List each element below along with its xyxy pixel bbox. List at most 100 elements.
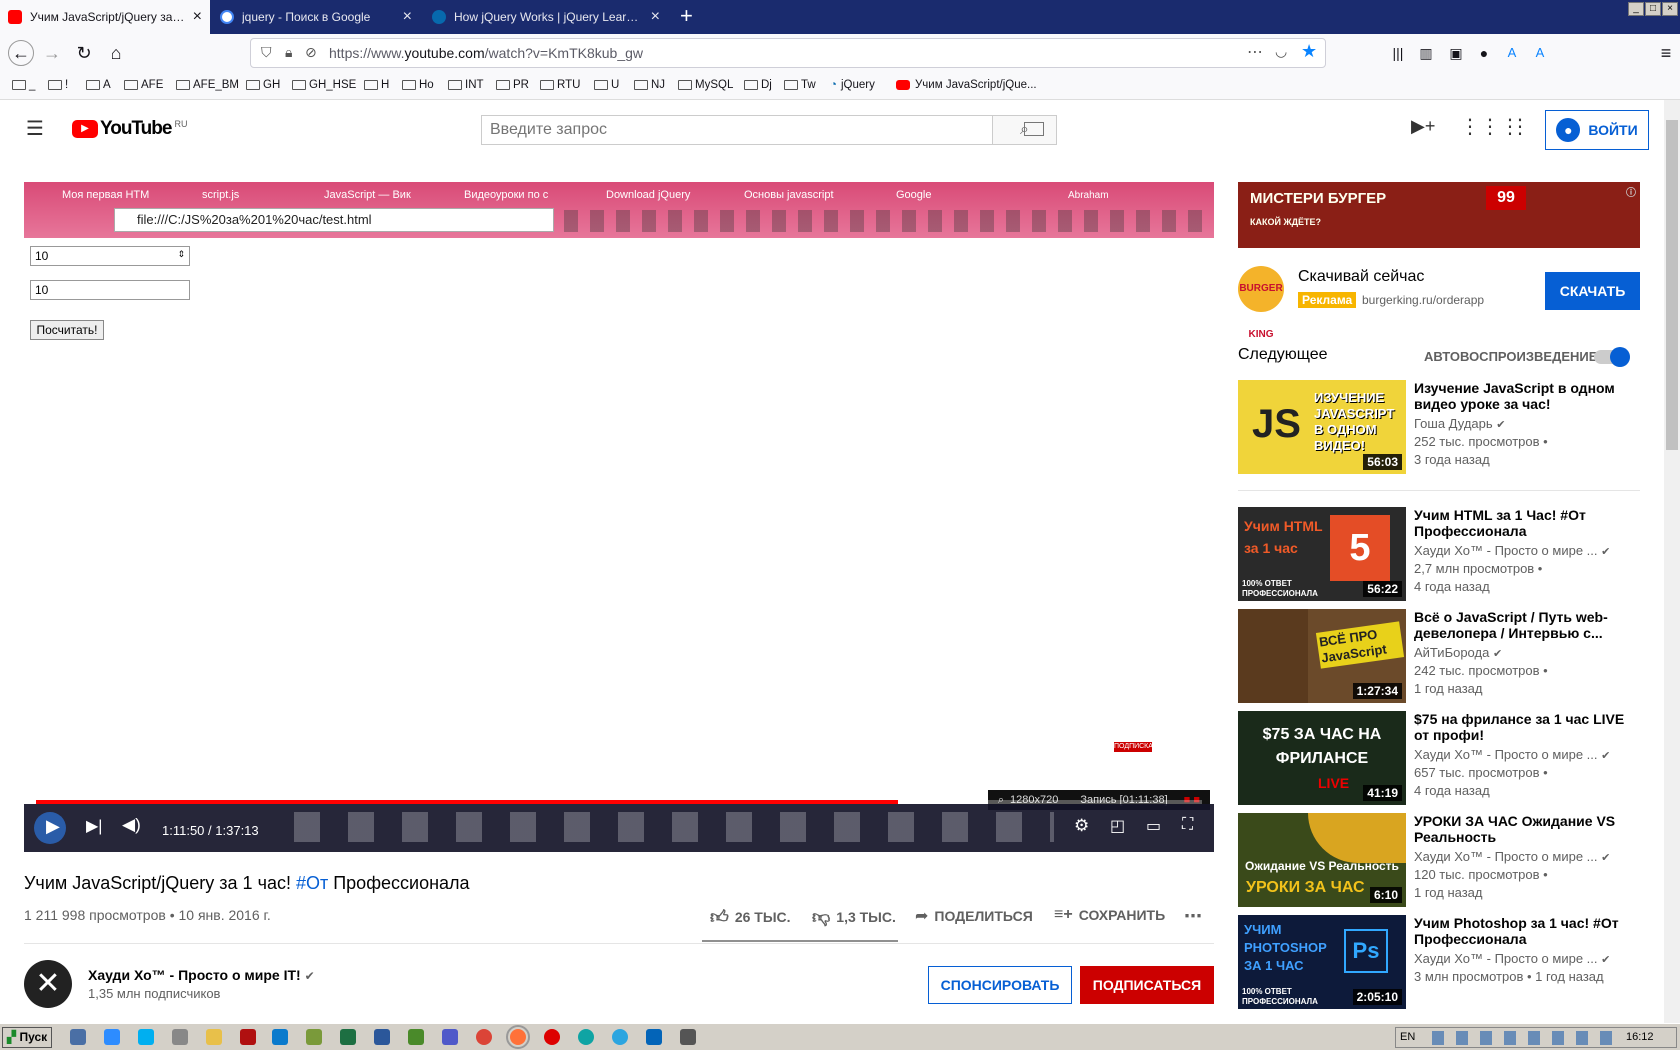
signin-button[interactable]: ● ВОЙТИ — [1545, 110, 1649, 150]
bookmark-jquery[interactable]: ◔ jQuery — [830, 79, 875, 91]
url-text[interactable]: https://www.youtube.com/watch?v=KmTK8kub… — [329, 45, 643, 61]
volume-icon[interactable]: ◀) — [122, 815, 141, 835]
video-thumbnail[interactable]: Ожидание VS Реальность УРОКИ ЗА ЧАС 6:10 — [1238, 813, 1406, 907]
settings-menu-icon[interactable]: ⋮ — [1510, 114, 1530, 139]
snipping-tool-icon[interactable] — [680, 1029, 696, 1045]
video-thumbnail[interactable]: $75 ЗА ЧАС НА ФРИЛАНСЕ LIVE 41:19 — [1238, 711, 1406, 805]
related-video[interactable]: $75 ЗА ЧАС НА ФРИЛАНСЕ LIVE 41:19 $75 на… — [1238, 711, 1640, 807]
video-title[interactable]: $75 на фрилансе за 1 час LIVE от профи! — [1414, 711, 1636, 743]
video-channel[interactable]: Хауди Хо™ - Просто о мире ... ✔ — [1414, 543, 1610, 558]
forward-arrow-icon[interactable]: → — [40, 41, 64, 65]
app-icon[interactable] — [408, 1029, 424, 1045]
related-video[interactable]: УЧИМ PHOTOSHOP ЗА 1 ЧАС Ps 100% ОТВЕТ ПР… — [1238, 915, 1640, 1011]
video-channel[interactable]: АйТиБорода ✔ — [1414, 645, 1502, 660]
dislike-button[interactable]: 👎︎ 1,3 ТЫС. — [812, 906, 896, 928]
video-channel[interactable]: Хауди Хо™ - Просто о мире ... ✔ — [1414, 951, 1610, 966]
like-button[interactable]: 👍︎ 26 ТЫС. — [710, 906, 791, 928]
video-title[interactable]: Изучение JavaScript в одном видео уроке … — [1414, 380, 1636, 412]
page-scrollbar[interactable] — [1664, 100, 1680, 1023]
skype-icon[interactable] — [138, 1029, 154, 1045]
new-tab-plus-icon[interactable]: + — [680, 4, 693, 28]
video-thumbnail[interactable]: УЧИМ PHOTOSHOP ЗА 1 ЧАС Ps 100% ОТВЕТ ПР… — [1238, 915, 1406, 1009]
desktop-icon[interactable] — [70, 1029, 86, 1045]
browser-tab-google[interactable]: jquery - Поиск в Google × — [212, 0, 420, 34]
bookmark-folder[interactable]: AFE — [124, 79, 163, 91]
video-player[interactable]: Моя первая HTM script.js JavaScript — Ви… — [24, 182, 1214, 852]
bookmark-folder[interactable]: Ho — [402, 79, 434, 91]
language-indicator[interactable]: EN — [1400, 1028, 1415, 1047]
maximize-window-icon[interactable]: □ — [1645, 2, 1661, 16]
video-thumbnail[interactable]: Учим HTML за 1 час 5 100% ОТВЕТ ПРОФЕССИ… — [1238, 507, 1406, 601]
close-window-icon[interactable]: × — [1662, 2, 1678, 16]
bookmark-folder[interactable]: MySQL — [678, 79, 733, 91]
sponsor-button[interactable]: СПОНСИРОВАТЬ — [928, 966, 1072, 1004]
teams-icon[interactable] — [442, 1029, 458, 1045]
bookmark-folder[interactable]: H — [364, 79, 389, 91]
theater-mode-icon[interactable]: ▭ — [1146, 816, 1161, 836]
onedrive-icon[interactable] — [646, 1029, 662, 1045]
library-icon[interactable]: ||| — [1386, 41, 1410, 65]
back-arrow-icon[interactable]: ← — [8, 40, 34, 66]
explorer-folder-icon[interactable] — [206, 1029, 222, 1045]
browser-tab-jquery[interactable]: How jQuery Works | jQuery Learning × — [424, 0, 668, 34]
share-button[interactable]: ➦ ПОДЕЛИТЬСЯ — [915, 906, 1033, 926]
clock[interactable]: 16:12 — [1626, 1028, 1654, 1047]
channel-name[interactable]: Хауди Хо™ - Просто о мире IT! ✔ — [88, 967, 315, 983]
bookmark-folder[interactable]: GH_HSE — [292, 79, 356, 91]
youtube-logo[interactable]: ▶ YouTube RU — [72, 118, 187, 140]
settings-gear-icon[interactable]: ⚙ — [1074, 816, 1089, 836]
ad-info-icon[interactable]: ⓘ — [1626, 184, 1636, 199]
bookmark-folder[interactable]: GH — [246, 79, 280, 91]
reload-icon[interactable]: ↻ — [72, 41, 96, 65]
zoom-app-icon[interactable] — [104, 1029, 120, 1045]
keyboard-icon[interactable] — [1024, 122, 1044, 136]
guide-menu-icon[interactable]: ☰ — [26, 116, 44, 141]
play-icon[interactable]: ▶ — [46, 816, 60, 837]
video-title[interactable]: Учим HTML за 1 Час! #От Профессионала — [1414, 507, 1636, 539]
bookmark-folder[interactable]: NJ — [634, 79, 665, 91]
opera-icon[interactable] — [544, 1029, 560, 1045]
pocket-icon[interactable]: ◡ — [1275, 43, 1287, 60]
channel-avatar[interactable]: ✕ — [24, 960, 72, 1008]
scrollbar-thumb[interactable] — [1666, 120, 1678, 450]
ad-title[interactable]: Скачивай сейчас — [1298, 268, 1424, 286]
bookmark-folder[interactable]: AFE_BM — [176, 79, 239, 91]
related-video[interactable]: Ожидание VS Реальность УРОКИ ЗА ЧАС 6:10… — [1238, 813, 1640, 909]
search-input[interactable] — [482, 116, 992, 144]
translate-icon[interactable]: A — [1500, 41, 1524, 65]
burger-king-logo[interactable]: BURGER KING — [1238, 266, 1284, 340]
home-icon[interactable]: ⌂ — [104, 41, 128, 65]
video-title[interactable]: Всё о JavaScript / Путь web-девелопера /… — [1414, 609, 1636, 641]
bookmark-youtube-video[interactable]: Учим JavaScript/jQue... — [896, 79, 1037, 91]
video-title[interactable]: Учим Photoshop за 1 час! #От Профессиона… — [1414, 915, 1636, 947]
next-video-icon[interactable]: ▶| — [86, 816, 102, 836]
video-title[interactable]: УРОКИ ЗА ЧАС Ожидание VS Реальность — [1414, 813, 1636, 845]
subscribe-button[interactable]: ПОДПИСАТЬСЯ — [1080, 966, 1214, 1004]
screenshot-icon[interactable]: ▣ — [1444, 41, 1468, 65]
shield-icon[interactable]: ⛉ — [261, 44, 272, 61]
autoplay-toggle[interactable] — [1594, 347, 1630, 367]
bookmark-folder[interactable]: PR — [496, 79, 529, 91]
related-video[interactable]: JS ИЗУЧЕНИЕ JAVASCRIPT В ОДНОМ ВИДЕО! 56… — [1238, 380, 1640, 476]
word-icon[interactable] — [374, 1029, 390, 1045]
start-button[interactable]: ▞ Пуск — [2, 1027, 52, 1048]
close-tab-icon[interactable]: × — [193, 8, 202, 26]
related-video[interactable]: ВСЁ ПРО JavaScript 1:27:34 Всё о JavaScr… — [1238, 609, 1640, 705]
settings-app-icon[interactable] — [172, 1029, 188, 1045]
bookmark-folder[interactable]: U — [594, 79, 619, 91]
vscode-icon[interactable] — [272, 1029, 288, 1045]
page-actions-icon[interactable]: ⋯ — [1247, 42, 1263, 62]
telegram-icon[interactable] — [612, 1029, 628, 1045]
lock-icon[interactable]: 🔒︎ — [285, 44, 292, 61]
bookmark-folder[interactable]: _ — [12, 79, 35, 91]
more-actions-icon[interactable]: ⋯ — [1184, 906, 1202, 927]
miniplayer-icon[interactable]: ◰ — [1110, 816, 1125, 836]
close-tab-icon[interactable]: × — [403, 8, 412, 26]
edge-icon[interactable] — [578, 1029, 594, 1045]
tray-icons[interactable] — [1432, 1031, 1612, 1045]
create-video-icon[interactable]: ▶︎+ — [1411, 116, 1435, 137]
account-icon[interactable]: ● — [1472, 41, 1496, 65]
permissions-icon[interactable]: ⊘ — [305, 44, 317, 61]
video-channel[interactable]: Гоша Дударь ✔ — [1414, 416, 1506, 431]
sidebar-icon[interactable]: ▥ — [1414, 41, 1438, 65]
